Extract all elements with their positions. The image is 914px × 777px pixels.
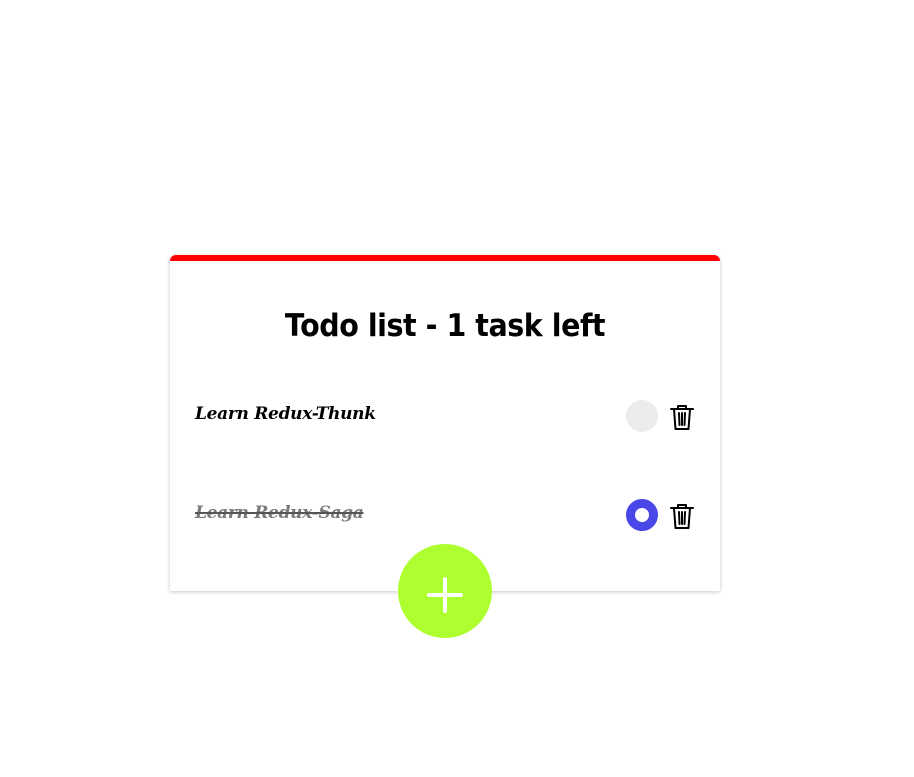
todo-item-text: Learn Redux-Thunk [195,404,376,424]
add-todo-button[interactable] [398,544,492,638]
todo-card: Todo list - 1 task left Learn Redux-Thun… [170,255,720,591]
todo-toggle[interactable] [626,499,658,531]
todo-item: Learn Redux-Thunk [170,396,720,436]
todo-item-text: Learn Redux-Saga [195,503,364,523]
trash-icon[interactable] [669,502,695,530]
plus-icon [427,577,463,613]
trash-icon[interactable] [669,403,695,431]
page-title: Todo list - 1 task left [284,308,606,344]
todo-toggle[interactable] [626,400,658,432]
todo-item: Learn Redux-Saga [170,495,720,535]
